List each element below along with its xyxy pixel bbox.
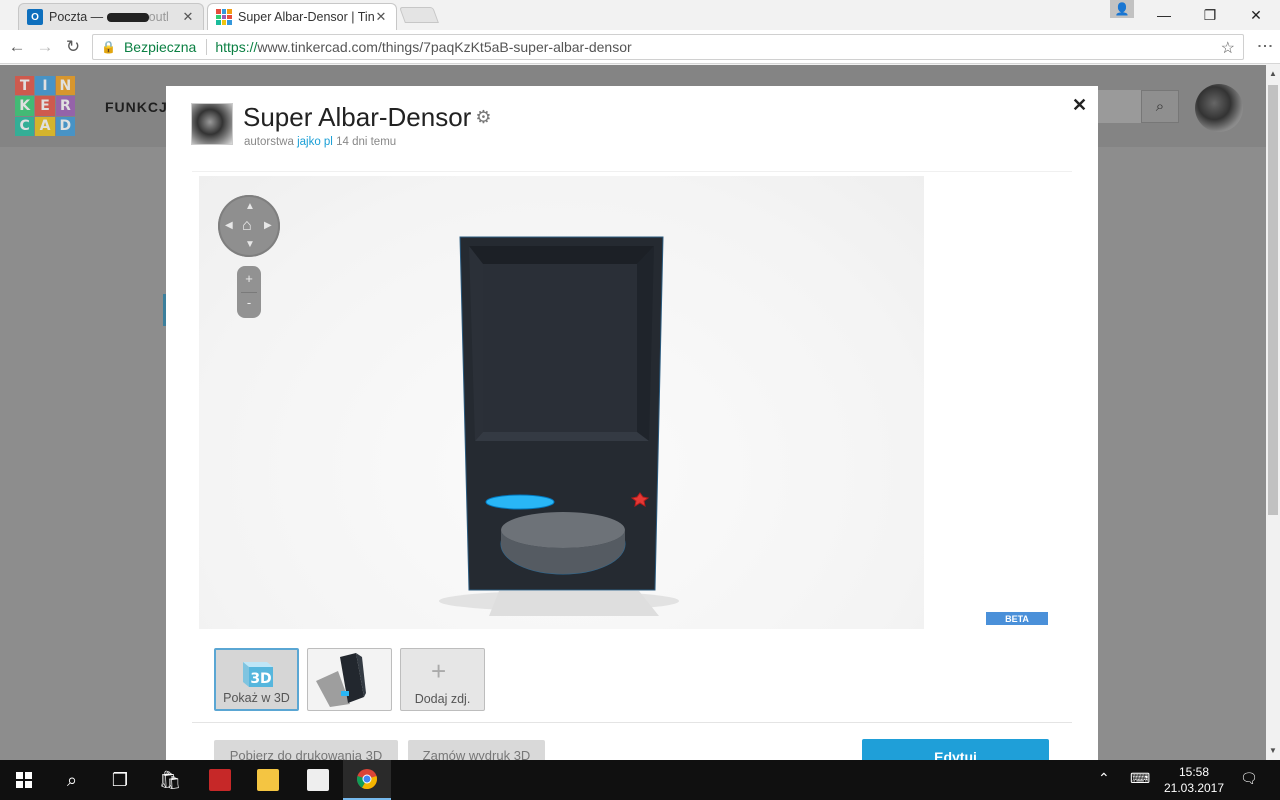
system-clock[interactable]: 15:58 21.03.2017 <box>1160 764 1228 796</box>
thing-title: Super Albar-Densor ⚙ <box>243 102 491 133</box>
logo-letter: I <box>35 76 55 96</box>
add-photo-label: Dodaj zdj. <box>414 692 471 706</box>
pan-left-icon[interactable]: ◀ <box>225 220 233 231</box>
address-bar[interactable]: 🔒 Bezpieczna https://www.tinkercad.com/t… <box>92 34 1244 60</box>
browser-toolbar: ← → ↻ 🔒 Bezpieczna https://www.tinkercad… <box>0 30 1280 64</box>
logo-letter: E <box>35 96 55 116</box>
task-view-icon[interactable]: ❐ <box>96 760 144 800</box>
camera-app-icon[interactable] <box>294 760 342 800</box>
close-icon[interactable]: ✕ <box>1072 95 1087 116</box>
restore-button[interactable]: ❐ <box>1187 0 1233 30</box>
windows-start-icon[interactable] <box>0 760 48 800</box>
url-scheme: https:// <box>215 39 258 55</box>
order-3d-print-button[interactable]: Zamów wydruk 3D <box>408 740 545 760</box>
tab-tinkercad-label: Super Albar-Densor | Tin <box>238 10 374 24</box>
tab-tinkercad[interactable]: Super Albar-Densor | Tin ✕ <box>207 3 397 30</box>
tinkercad-icon <box>216 9 232 25</box>
3d-icon-text: 3D <box>250 671 271 687</box>
new-tab-button[interactable] <box>399 7 439 23</box>
windows-taskbar: ⌕ ❐ 🛍 ⌃ ⌨ 15:58 21.03.2017 🗨 <box>0 760 1280 800</box>
modal-divider <box>192 722 1072 723</box>
tab-outlook[interactable]: O Poczta — outl ✕ <box>18 3 204 30</box>
add-photo-thumbnail[interactable]: + Dodaj zdj. <box>400 648 485 711</box>
lock-icon: 🔒 <box>101 40 116 54</box>
search-icon[interactable]: ⌕ <box>48 760 96 800</box>
clock-time: 15:58 <box>1178 765 1210 779</box>
logo-letter: R <box>55 96 75 116</box>
browser-tabstrip: O Poczta — outl ✕ Super Albar-Densor | T… <box>0 0 1280 30</box>
show-3d-label: Pokaż w 3D <box>223 691 290 705</box>
tab-outlook-label: Poczta — <box>49 10 107 24</box>
edit-button[interactable]: Edytuj <box>862 739 1049 760</box>
close-icon[interactable]: ✕ <box>374 9 388 25</box>
logo-letter: D <box>55 116 75 136</box>
pan-right-icon[interactable]: ▶ <box>264 220 272 231</box>
omnibox-divider <box>206 39 208 55</box>
3d-view-icon: 3D <box>243 662 273 687</box>
close-window-button[interactable]: ✕ <box>1233 0 1279 30</box>
scroll-up-icon[interactable]: ▲ <box>1266 69 1280 78</box>
profile-icon[interactable]: 👤 <box>1110 0 1134 18</box>
page-scrollbar[interactable]: ▲ ▼ <box>1266 65 1280 760</box>
zoom-out-button[interactable]: - <box>237 295 261 310</box>
zoom-in-button[interactable]: + <box>237 271 261 286</box>
thing-modal: Super Albar-Densor ⚙ autorstwa jajko pl … <box>166 86 1098 760</box>
model-thumbnail[interactable] <box>307 648 392 711</box>
beta-badge: BETA <box>986 612 1048 625</box>
url-path: www.tinkercad.com/things/7paqKzKt5aB-sup… <box>257 39 632 55</box>
logo-letter: C <box>15 116 35 136</box>
back-arrow-icon[interactable]: ← <box>6 36 28 58</box>
minimize-button[interactable]: — <box>1141 0 1187 30</box>
pan-up-icon[interactable]: ▲ <box>245 201 255 212</box>
author-link[interactable]: jajko pl <box>297 136 333 148</box>
author-avatar[interactable] <box>191 103 233 145</box>
tinkercad-logo[interactable]: TINKERCAD <box>15 76 75 136</box>
avatar[interactable] <box>1195 84 1243 132</box>
app-red-icon[interactable] <box>196 760 244 800</box>
keyboard-icon[interactable]: ⌨ <box>1130 770 1150 787</box>
home-icon[interactable]: ⌂ <box>242 217 252 235</box>
zoom-divider <box>241 292 257 293</box>
logo-letter: A <box>35 116 55 136</box>
reload-icon[interactable]: ↻ <box>62 36 84 58</box>
model-render <box>439 236 679 616</box>
navigation-orb[interactable]: ▲ ▼ ◀ ▶ ⌂ <box>218 195 280 257</box>
byline-prefix: autorstwa <box>244 136 294 148</box>
logo-letter: K <box>15 96 35 116</box>
pan-down-icon[interactable]: ▼ <box>245 239 255 250</box>
plus-icon: + <box>431 656 447 686</box>
gear-icon[interactable]: ⚙ <box>475 107 491 128</box>
tab-outlook-suffix: outl <box>148 10 169 24</box>
search-input[interactable] <box>1097 90 1141 123</box>
model-thumbnail-image <box>316 653 366 707</box>
chrome-taskbar-icon[interactable] <box>343 760 391 800</box>
clock-date: 21.03.2017 <box>1163 781 1225 795</box>
logo-letter: N <box>55 76 75 96</box>
redacted-scribble <box>106 13 149 23</box>
bookmark-star-icon[interactable]: ☆ <box>1221 38 1235 58</box>
chrome-menu-icon[interactable]: ⋮ <box>1256 38 1273 52</box>
search-icon[interactable]: ⌕ <box>1141 90 1179 123</box>
logo-letter: T <box>15 76 35 96</box>
forward-arrow-icon[interactable]: → <box>34 36 56 58</box>
thing-title-text: Super Albar-Densor <box>243 102 472 132</box>
scroll-down-icon[interactable]: ▼ <box>1266 746 1280 755</box>
show-3d-thumbnail[interactable]: 3D Pokaż w 3D <box>214 648 299 711</box>
chevron-up-icon[interactable]: ⌃ <box>1098 770 1110 787</box>
close-icon[interactable]: ✕ <box>181 9 195 25</box>
byline-age: 14 dni temu <box>336 136 397 148</box>
store-icon[interactable]: 🛍 <box>146 760 194 800</box>
url-text: https://www.tinkercad.com/things/7paqKzK… <box>215 39 631 55</box>
byline: autorstwa jajko pl 14 dni temu <box>244 136 396 148</box>
3d-viewer[interactable]: ▲ ▼ ◀ ▶ ⌂ + - <box>199 176 924 629</box>
scrollbar-thumb[interactable] <box>1268 85 1278 515</box>
notifications-icon[interactable]: 🗨 <box>1240 770 1258 787</box>
secure-label: Bezpieczna <box>123 39 197 55</box>
zoom-control: + - <box>237 266 261 318</box>
page-viewport: TINKERCAD FUNKCJE ⌕ Super Albar-Densor ⚙… <box>0 65 1266 760</box>
download-for-3d-print-button[interactable]: Pobierz do drukowania 3D <box>214 740 398 760</box>
outlook-icon: O <box>27 9 43 25</box>
file-explorer-icon[interactable] <box>244 760 292 800</box>
